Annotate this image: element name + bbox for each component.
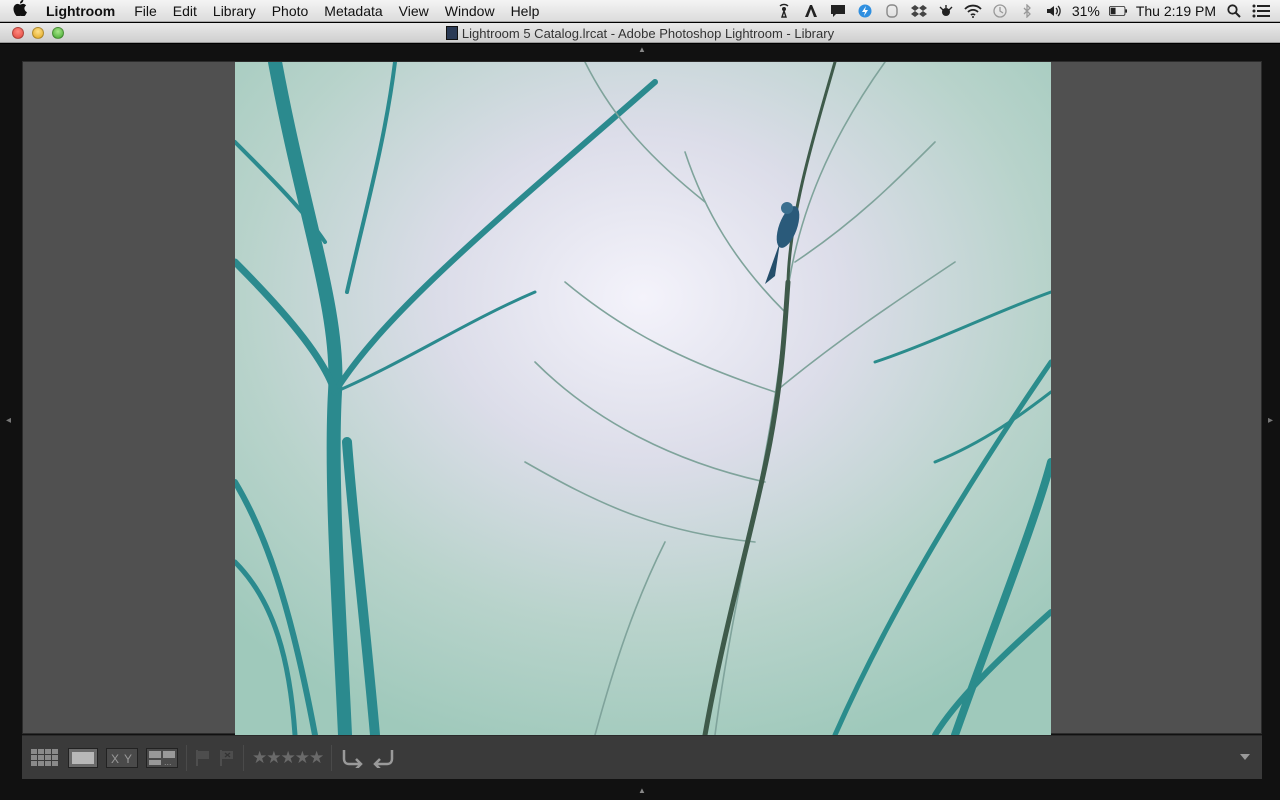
- sync-icon[interactable]: [856, 3, 874, 19]
- window-title-bar: Lightroom 5 Catalog.lrcat - Adobe Photos…: [0, 23, 1280, 43]
- library-toolbar: XY ... ★★★★★: [22, 735, 1262, 779]
- volume-icon[interactable]: [1045, 3, 1063, 19]
- svg-text:Y: Y: [124, 752, 132, 766]
- bluetooth-icon[interactable]: [1018, 3, 1036, 19]
- bottom-panel-toggle-icon[interactable]: ▲: [636, 787, 648, 795]
- battery-percent[interactable]: 31%: [1072, 3, 1100, 19]
- menu-clock[interactable]: Thu 2:19 PM: [1136, 3, 1216, 19]
- menu-metadata[interactable]: Metadata: [316, 0, 390, 22]
- notification-center-icon[interactable]: [1252, 3, 1270, 19]
- survey-view-button[interactable]: ...: [146, 747, 178, 769]
- menu-window[interactable]: Window: [437, 0, 503, 22]
- flag-reject-icon[interactable]: [219, 747, 235, 769]
- flag-pick-icon[interactable]: [195, 747, 211, 769]
- menu-edit[interactable]: Edit: [165, 0, 205, 22]
- compare-view-button[interactable]: XY: [106, 747, 138, 769]
- loupe-photo[interactable]: [235, 62, 1051, 735]
- top-panel-toggle-icon[interactable]: ▲: [636, 46, 648, 54]
- menu-file[interactable]: File: [126, 0, 165, 22]
- window-title-text: Lightroom 5 Catalog.lrcat - Adobe Photos…: [461, 25, 835, 41]
- loupe-viewer: [22, 61, 1262, 735]
- left-panel-toggle-icon[interactable]: ◂: [6, 414, 14, 428]
- apple-icon[interactable]: [0, 0, 40, 21]
- lightroom-window: ▲ ◂ ▸ X Y ... ★★★★★ ▲: [0, 44, 1280, 800]
- window-title: Lightroom 5 Catalog.lrcat - Adobe Photos…: [0, 23, 1280, 43]
- menu-library[interactable]: Library: [205, 0, 264, 22]
- toolbar-divider: [331, 744, 333, 771]
- menu-photo[interactable]: Photo: [264, 0, 317, 22]
- star-rating[interactable]: ★★★★★: [252, 747, 324, 769]
- battery-icon[interactable]: [1108, 3, 1127, 19]
- toolbar-divider: [243, 744, 244, 771]
- timemachine-drive-icon[interactable]: [883, 3, 901, 19]
- app-menu-lightroom[interactable]: Lightroom: [40, 0, 126, 22]
- svg-text:...: ...: [164, 757, 172, 767]
- grid-view-button[interactable]: [30, 747, 60, 769]
- status-area: 31% Thu 2:19 PM: [775, 3, 1280, 19]
- menu-bar: Lightroom File Edit Library Photo Metada…: [0, 0, 1280, 22]
- time-machine-icon[interactable]: [991, 3, 1009, 19]
- rotate-right-icon[interactable]: [372, 747, 396, 769]
- toolbar-divider: [186, 744, 187, 771]
- menu-help[interactable]: Help: [503, 0, 548, 22]
- toolbar-content-dropdown-icon[interactable]: [1238, 750, 1252, 764]
- right-panel-toggle-icon[interactable]: ▸: [1268, 414, 1276, 428]
- wifi-icon[interactable]: [964, 3, 982, 19]
- chat-icon[interactable]: [829, 3, 847, 19]
- dropbox-icon[interactable]: [910, 3, 928, 19]
- loupe-view-button[interactable]: [68, 747, 98, 769]
- rotate-left-icon[interactable]: [340, 747, 364, 769]
- svg-text:X: X: [111, 752, 119, 766]
- spotlight-search-icon[interactable]: [1225, 3, 1243, 19]
- catalog-document-icon: [445, 26, 458, 40]
- menu-view[interactable]: View: [391, 0, 437, 22]
- adobe-icon[interactable]: [802, 3, 820, 19]
- photo-image: [235, 62, 1051, 735]
- bug-icon[interactable]: [937, 3, 955, 19]
- airport-icon[interactable]: [775, 3, 793, 19]
